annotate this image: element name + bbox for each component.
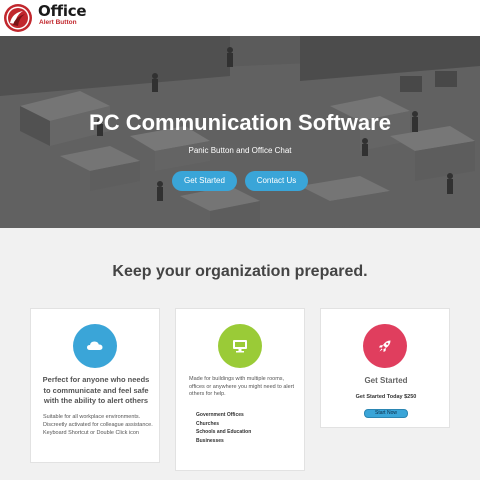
logo-title: Office: [38, 2, 87, 20]
start-now-button[interactable]: Start Now: [364, 409, 408, 418]
list-item: Government Offices: [196, 412, 244, 418]
feature-icon-circle: [363, 324, 407, 368]
logo[interactable]: Office Alert Button: [38, 2, 87, 27]
logo-subtitle: Alert Button: [39, 19, 77, 26]
get-started-button[interactable]: Get Started: [172, 171, 237, 191]
section-title: Keep your organization prepared.: [112, 263, 368, 280]
feature-icon-circle: [73, 324, 117, 368]
feature-card-get-started: Get Started Get Started Today $250 Start…: [320, 308, 450, 428]
card-heading: Get Started: [364, 376, 408, 385]
contact-us-button[interactable]: Contact Us: [245, 171, 308, 191]
card-body: Suitable for all workplace environments.…: [43, 414, 153, 436]
list-item: Businesses: [196, 437, 224, 444]
list-item: Churches: [196, 420, 220, 427]
cloud-icon: [87, 341, 103, 350]
card-heading: Perfect for anyone who needs to communic…: [42, 375, 150, 405]
price-text: Get Started Today $250: [355, 394, 417, 400]
hero-subtitle: Panic Button and Office Chat: [188, 146, 292, 155]
rocket-icon: [379, 340, 391, 352]
top-bar: Office Alert Button: [0, 0, 480, 36]
card-body: Made for buildings with multiple rooms, …: [189, 376, 295, 397]
features-section: Keep your organization prepared. Perfect…: [0, 228, 480, 480]
feature-card-alert: Perfect for anyone who needs to communic…: [30, 308, 160, 463]
feature-card-buildings: Made for buildings with multiple rooms, …: [175, 308, 305, 471]
use-case-list: Government Offices Churches Schools and …: [196, 411, 251, 445]
monitor-icon: [233, 340, 247, 353]
hero-title: PC Communication Software: [89, 110, 391, 135]
list-item: Schools and Education: [196, 429, 252, 435]
feature-icon-circle: [218, 324, 262, 368]
logo-icon[interactable]: [3, 3, 33, 33]
hero-banner: PC Communication Software Panic Button a…: [0, 36, 480, 228]
